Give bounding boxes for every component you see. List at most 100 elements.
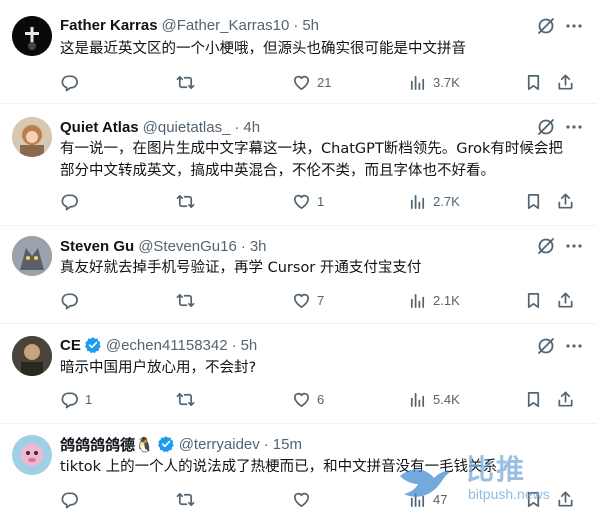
tweet-header: Steven Gu @StevenGu16 · 3h — [60, 236, 584, 256]
share-button[interactable] — [556, 488, 575, 510]
reply-icon — [61, 292, 78, 309]
timestamp[interactable]: 3h — [250, 238, 267, 255]
tweet[interactable]: 鸽鸽鸽鸽德🐧 @terryaidev · 15m tiktok 上的一个人的说法… — [0, 424, 596, 522]
bookmark-icon — [527, 193, 540, 209]
author-handle[interactable]: @StevenGu16 — [138, 238, 237, 255]
more-dots-icon[interactable] — [564, 236, 584, 256]
retweet-button[interactable] — [176, 388, 201, 410]
like-count: 6 — [317, 391, 325, 407]
avatar[interactable] — [12, 435, 52, 475]
views-button[interactable]: 5.4K — [408, 388, 460, 410]
timestamp[interactable]: 4h — [243, 119, 260, 136]
tweet[interactable]: Quiet Atlas @quietatlas_ · 4h 有一说一，在图片生成… — [0, 104, 596, 226]
retweet-button[interactable] — [176, 71, 201, 93]
views-count: 3.7K — [433, 74, 460, 90]
tweet[interactable]: Steven Gu @StevenGu16 · 3h 真友好就去掉手机号验证，再… — [0, 226, 596, 324]
author-handle[interactable]: @echen41158342 — [106, 337, 228, 354]
retweet-button[interactable] — [176, 488, 201, 510]
like-count: 7 — [317, 292, 325, 308]
retweet-icon — [176, 194, 195, 208]
author-handle[interactable]: @quietatlas_ — [143, 119, 231, 136]
reply-button[interactable]: 1 — [60, 388, 92, 410]
like-button[interactable]: 21 — [292, 71, 331, 93]
retweet-icon — [176, 293, 195, 307]
retweet-icon — [176, 492, 195, 506]
action-bar: 1 6 5.4K — [60, 388, 584, 410]
reply-icon — [61, 74, 78, 91]
avatar[interactable] — [12, 117, 52, 157]
views-count: 2.7K — [433, 193, 460, 209]
share-button[interactable] — [556, 71, 575, 93]
like-count: 21 — [317, 74, 332, 90]
reply-button[interactable] — [60, 488, 85, 510]
share-icon — [558, 292, 573, 308]
author-name[interactable]: 鸽鸽鸽鸽德🐧 — [60, 434, 154, 455]
separator-dot: · — [234, 118, 240, 136]
like-button[interactable]: 1 — [292, 190, 324, 212]
grok-icon[interactable] — [536, 236, 556, 256]
tweet[interactable]: Father Karras @Father_Karras10 · 5h 这是最近… — [0, 0, 596, 104]
views-button[interactable]: 2.7K — [408, 190, 460, 212]
author-name[interactable]: Quiet Atlas — [60, 119, 139, 136]
author-name[interactable]: Father Karras — [60, 17, 158, 34]
author-name[interactable]: Steven Gu — [60, 238, 134, 255]
share-icon — [558, 391, 573, 407]
bookmark-button[interactable] — [524, 190, 543, 212]
author-handle[interactable]: @Father_Karras10 — [162, 17, 290, 34]
separator-dot: · — [240, 237, 246, 255]
author-name[interactable]: CE — [60, 337, 81, 354]
more-dots-icon[interactable] — [564, 336, 584, 356]
views-chart-icon — [410, 392, 425, 407]
bookmark-button[interactable] — [524, 388, 543, 410]
verified-badge-icon — [157, 435, 175, 453]
tweet-text-line: 有一说一，在图片生成中文字幕这一块，ChatGPT断档领先。Grok有时候会把 — [60, 141, 563, 157]
views-button[interactable]: 3.7K — [408, 71, 460, 93]
author-handle[interactable]: @terryaidev — [179, 436, 260, 453]
tweet[interactable]: CE @echen41158342 · 5h 暗示中国用户放心用，不会封? 1 … — [0, 324, 596, 424]
more-dots-icon[interactable] — [564, 16, 584, 36]
action-bar: 7 2.1K — [60, 289, 584, 311]
share-button[interactable] — [556, 190, 575, 212]
grok-icon[interactable] — [536, 16, 556, 36]
bookmark-button[interactable] — [524, 289, 543, 311]
tweet-header: CE @echen41158342 · 5h — [60, 335, 584, 355]
avatar[interactable] — [12, 336, 52, 376]
bookmark-icon — [527, 292, 540, 308]
retweet-button[interactable] — [176, 289, 201, 311]
retweet-button[interactable] — [176, 190, 201, 212]
avatar[interactable] — [12, 16, 52, 56]
like-button[interactable] — [292, 488, 317, 510]
timestamp[interactable]: 5h — [241, 337, 258, 354]
grok-icon[interactable] — [536, 117, 556, 137]
timestamp[interactable]: 15m — [273, 436, 302, 453]
more-dots-icon[interactable] — [564, 117, 584, 137]
tweet-text-line: tiktok 上的一个人的说法成了热梗而已，和中文拼音没有一毛钱关系 — [60, 459, 498, 475]
avatar[interactable] — [12, 236, 52, 276]
heart-icon — [293, 293, 310, 308]
timestamp[interactable]: 5h — [302, 17, 319, 34]
share-button[interactable] — [556, 388, 575, 410]
share-button[interactable] — [556, 289, 575, 311]
grok-icon[interactable] — [536, 336, 556, 356]
reply-icon — [61, 193, 78, 210]
reply-icon — [61, 391, 78, 408]
retweet-icon — [176, 75, 195, 89]
reply-button[interactable] — [60, 289, 85, 311]
bookmark-button[interactable] — [524, 71, 543, 93]
like-button[interactable]: 7 — [292, 289, 324, 311]
tweet-text-line: 部分中文转成英文，搞成中英混合，不伦不类，而且字体也不好看。 — [60, 163, 495, 179]
views-button[interactable]: 2.1K — [408, 289, 460, 311]
heart-icon — [293, 194, 310, 209]
tweet-text: 暗示中国用户放心用，不会封? — [60, 357, 584, 379]
views-chart-icon — [410, 293, 425, 308]
reply-button[interactable] — [60, 190, 85, 212]
bookmark-button[interactable] — [524, 488, 543, 510]
views-count: 47 — [433, 491, 448, 507]
share-icon — [558, 193, 573, 209]
retweet-icon — [176, 392, 195, 406]
views-button[interactable]: 47 — [408, 488, 447, 510]
reply-button[interactable] — [60, 71, 85, 93]
like-button[interactable]: 6 — [292, 388, 324, 410]
tweet-text-line: 真友好就去掉手机号验证，再学 Cursor 开通支付宝支付 — [60, 260, 422, 276]
tweet-text: 这是最近英文区的一个小梗哦，但源头也确实很可能是中文拼音 — [60, 38, 584, 60]
